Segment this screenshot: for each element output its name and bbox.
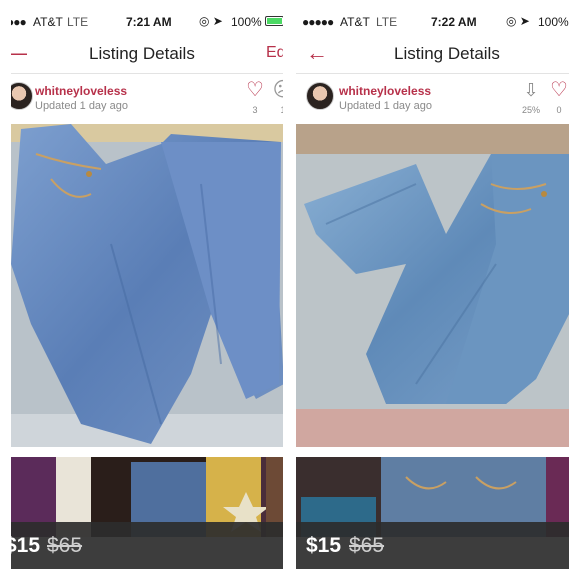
network-type: LTE xyxy=(376,15,398,29)
original-price: $65 xyxy=(349,534,385,557)
like-button[interactable]: ♡ 0 xyxy=(547,80,569,115)
listing-screen-right: ●●●●● AT&T LTE 7:22 AM ◎ ➤ 100% ← Listin… xyxy=(296,10,569,569)
location-icon: ◎ ➤ xyxy=(199,14,223,28)
clock-time: 7:22 AM xyxy=(431,15,477,29)
jeans-photo-left xyxy=(11,124,284,447)
battery-percent: 100% xyxy=(231,15,262,29)
price-drop-percent: 25% xyxy=(521,105,540,115)
carrier-name: AT&T xyxy=(33,15,63,29)
close-icon[interactable]: — xyxy=(11,40,27,66)
heart-icon: ♡ xyxy=(246,79,264,101)
listing-main-photo[interactable] xyxy=(11,124,284,447)
like-count: 3 xyxy=(252,105,258,115)
seller-row: whitneyloveless Updated 1 day ago ♡ 3 ☹ … xyxy=(11,74,284,126)
price-bar: $15 $65 xyxy=(296,522,569,569)
like-count: 0 xyxy=(556,105,562,115)
listing-screen-left: ●●● AT&T LTE 7:21 AM ◎ ➤ 100% — Listing … xyxy=(11,10,284,569)
edit-button[interactable]: Ed xyxy=(266,44,284,62)
network-type: LTE xyxy=(67,15,89,29)
navigation-bar: — Listing Details Ed xyxy=(11,32,284,74)
avatar[interactable] xyxy=(306,82,334,110)
seller-row: whitneyloveless Updated 1 day ago ⇩ 25% … xyxy=(296,74,569,126)
updated-timestamp: Updated 1 day ago xyxy=(35,100,128,112)
carrier-name: AT&T xyxy=(340,15,370,29)
panel-divider xyxy=(283,0,296,580)
page-title: Listing Details xyxy=(394,44,500,63)
avatar[interactable] xyxy=(11,82,33,110)
current-price: $15 xyxy=(306,534,342,557)
navigation-bar: ← Listing Details xyxy=(296,32,569,74)
price-drop-indicator: ⇩ 25% xyxy=(516,80,546,115)
status-bar: ●●●●● AT&T LTE 7:22 AM ◎ ➤ 100% xyxy=(296,10,569,32)
like-button[interactable]: ♡ 3 xyxy=(243,80,267,115)
original-price: $65 xyxy=(47,534,83,557)
heart-icon: ♡ xyxy=(550,79,568,101)
price-bar: $15 $65 xyxy=(11,522,284,569)
signal-strength-icon: ●●● xyxy=(11,15,27,29)
battery-icon xyxy=(265,16,284,26)
updated-timestamp: Updated 1 day ago xyxy=(339,100,432,112)
clock-time: 7:21 AM xyxy=(126,15,172,29)
page-title: Listing Details xyxy=(89,44,195,63)
jeans-photo-right xyxy=(296,124,569,447)
down-arrow-icon: ⇩ xyxy=(523,80,539,100)
seller-username[interactable]: whitneyloveless xyxy=(35,84,127,98)
location-icon: ◎ ➤ xyxy=(506,14,530,28)
back-arrow-icon[interactable]: ← xyxy=(306,40,328,66)
listing-main-photo[interactable] xyxy=(296,124,569,447)
current-price: $15 xyxy=(11,534,41,557)
battery-percent: 100% xyxy=(538,15,569,29)
status-bar: ●●● AT&T LTE 7:21 AM ◎ ➤ 100% xyxy=(11,10,284,32)
seller-username[interactable]: whitneyloveless xyxy=(339,84,431,98)
signal-strength-icon: ●●●●● xyxy=(302,15,334,29)
